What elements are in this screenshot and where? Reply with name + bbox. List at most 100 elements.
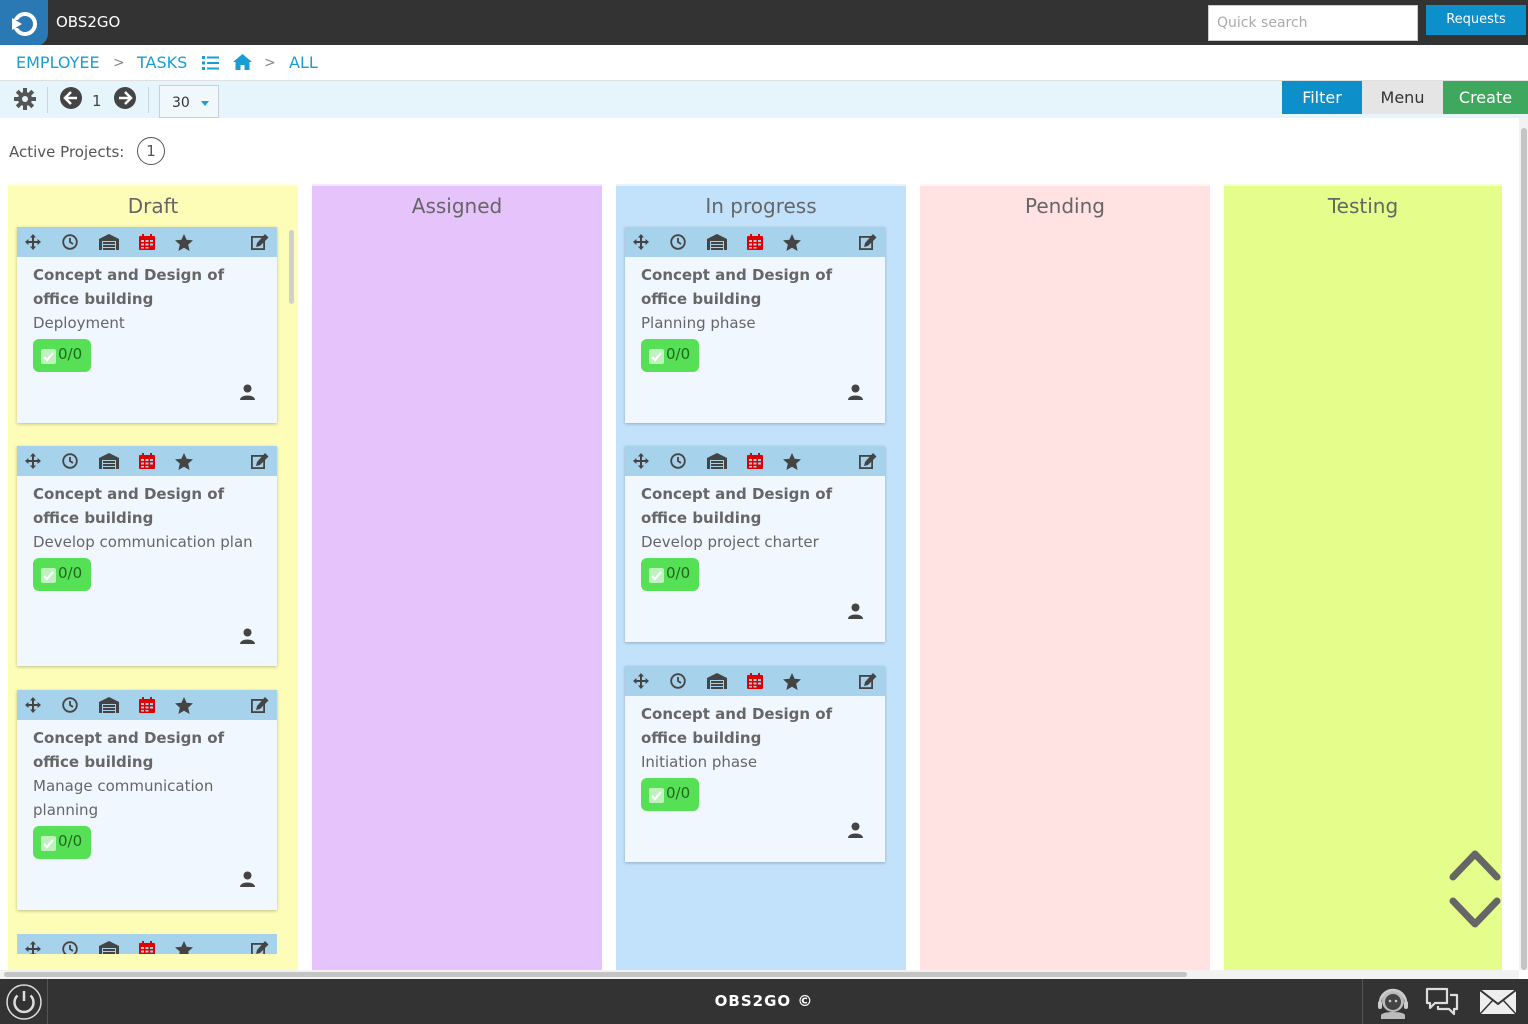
gear-icon[interactable] <box>14 88 36 114</box>
clock-icon[interactable] <box>62 453 78 473</box>
checklist-badge[interactable]: 0/0 <box>33 339 91 372</box>
scroll-up-icon[interactable] <box>1449 847 1501 885</box>
calendar-icon[interactable] <box>747 673 763 693</box>
previous-page-icon[interactable] <box>60 87 82 113</box>
warehouse-icon[interactable] <box>99 234 119 254</box>
column-title: In progress <box>705 194 817 218</box>
clock-icon[interactable] <box>62 941 78 954</box>
clock-icon[interactable] <box>62 234 78 254</box>
footer-copyright: OBS2GO © <box>714 992 814 1010</box>
app-logo[interactable] <box>0 0 48 47</box>
next-page-icon[interactable] <box>114 87 136 113</box>
calendar-icon[interactable] <box>139 453 155 473</box>
mail-icon[interactable] <box>1479 989 1517 1019</box>
active-projects-count[interactable]: 1 <box>137 137 165 165</box>
home-icon[interactable] <box>233 54 252 74</box>
user-icon[interactable] <box>848 384 863 404</box>
star-icon[interactable] <box>175 697 193 718</box>
move-icon[interactable] <box>633 673 649 693</box>
column-scrollbar[interactable] <box>289 230 294 304</box>
task-card[interactable]: Concept and Design of office building In… <box>625 666 885 862</box>
task-card[interactable]: Concept and Design of office building De… <box>17 446 277 666</box>
star-icon[interactable] <box>783 234 801 255</box>
warehouse-icon[interactable] <box>99 453 119 473</box>
check-icon <box>649 788 664 803</box>
calendar-icon[interactable] <box>747 234 763 254</box>
task-card[interactable] <box>17 934 277 954</box>
checklist-count: 0/0 <box>666 564 691 582</box>
task-card[interactable]: Concept and Design of office building De… <box>625 446 885 642</box>
checklist-count: 0/0 <box>58 832 83 850</box>
clock-icon[interactable] <box>62 697 78 717</box>
calendar-icon[interactable] <box>139 941 155 954</box>
star-icon[interactable] <box>783 673 801 694</box>
move-icon[interactable] <box>25 234 41 254</box>
checklist-badge[interactable]: 0/0 <box>641 558 699 591</box>
per-page-select[interactable]: 30 <box>159 85 219 118</box>
column-title: Testing <box>1327 194 1399 218</box>
user-icon[interactable] <box>848 603 863 623</box>
breadcrumb-employee[interactable]: EMPLOYEE <box>16 53 100 72</box>
calendar-icon[interactable] <box>747 453 763 473</box>
clock-icon[interactable] <box>670 453 686 473</box>
checklist-badge[interactable]: 0/0 <box>33 826 91 859</box>
menu-button[interactable]: Menu <box>1362 81 1443 114</box>
column-title: Pending <box>1025 194 1105 218</box>
calendar-icon[interactable] <box>139 697 155 717</box>
breadcrumb-separator: > <box>264 55 276 71</box>
warehouse-icon[interactable] <box>707 234 727 254</box>
scroll-down-icon[interactable] <box>1449 895 1501 935</box>
clock-icon[interactable] <box>670 234 686 254</box>
checklist-badge[interactable]: 0/0 <box>641 339 699 372</box>
filter-button[interactable]: Filter <box>1282 81 1362 114</box>
list-icon[interactable] <box>202 55 219 74</box>
horizontal-scrollbar-thumb[interactable] <box>4 972 1187 977</box>
breadcrumb-all[interactable]: ALL <box>289 53 318 72</box>
calendar-icon[interactable] <box>139 234 155 254</box>
support-agent-icon[interactable] <box>1375 985 1411 1023</box>
star-icon[interactable] <box>783 453 801 474</box>
requests-button[interactable]: Requests <box>1426 5 1526 35</box>
edit-icon[interactable] <box>250 234 269 254</box>
chat-icon[interactable] <box>1425 987 1459 1021</box>
star-icon[interactable] <box>175 453 193 474</box>
edit-icon[interactable] <box>858 673 877 693</box>
checklist-badge[interactable]: 0/0 <box>641 778 699 811</box>
card-task: Develop project charter <box>641 533 819 551</box>
edit-icon[interactable] <box>250 453 269 473</box>
card-task: Planning phase <box>641 314 756 332</box>
warehouse-icon[interactable] <box>707 453 727 473</box>
checklist-badge[interactable]: 0/0 <box>33 558 91 591</box>
warehouse-icon[interactable] <box>99 697 119 717</box>
task-card[interactable]: Concept and Design of office building Pl… <box>625 227 885 423</box>
star-icon[interactable] <box>175 234 193 255</box>
breadcrumb-tasks[interactable]: TASKS <box>137 53 187 72</box>
check-icon <box>649 568 664 583</box>
vertical-scrollbar-thumb[interactable] <box>1521 128 1527 970</box>
task-card[interactable]: Concept and Design of office building Ma… <box>17 690 277 910</box>
card-toolbar <box>625 446 885 476</box>
move-icon[interactable] <box>633 234 649 254</box>
quick-search-input[interactable] <box>1208 5 1418 41</box>
logo-icon <box>8 12 37 36</box>
move-icon[interactable] <box>25 941 41 954</box>
user-icon[interactable] <box>848 822 863 842</box>
warehouse-icon[interactable] <box>99 941 119 954</box>
move-icon[interactable] <box>25 453 41 473</box>
move-icon[interactable] <box>25 697 41 717</box>
warehouse-icon[interactable] <box>707 673 727 693</box>
edit-icon[interactable] <box>858 453 877 473</box>
edit-icon[interactable] <box>250 697 269 717</box>
create-button[interactable]: Create <box>1443 81 1528 114</box>
star-icon[interactable] <box>175 941 193 954</box>
card-toolbar <box>625 666 885 696</box>
user-icon[interactable] <box>240 384 255 404</box>
task-card[interactable]: Concept and Design of office building De… <box>17 227 277 423</box>
user-icon[interactable] <box>240 628 255 648</box>
edit-icon[interactable] <box>250 941 269 954</box>
user-icon[interactable] <box>240 871 255 891</box>
move-icon[interactable] <box>633 453 649 473</box>
clock-icon[interactable] <box>670 673 686 693</box>
card-toolbar <box>17 227 277 257</box>
edit-icon[interactable] <box>858 234 877 254</box>
